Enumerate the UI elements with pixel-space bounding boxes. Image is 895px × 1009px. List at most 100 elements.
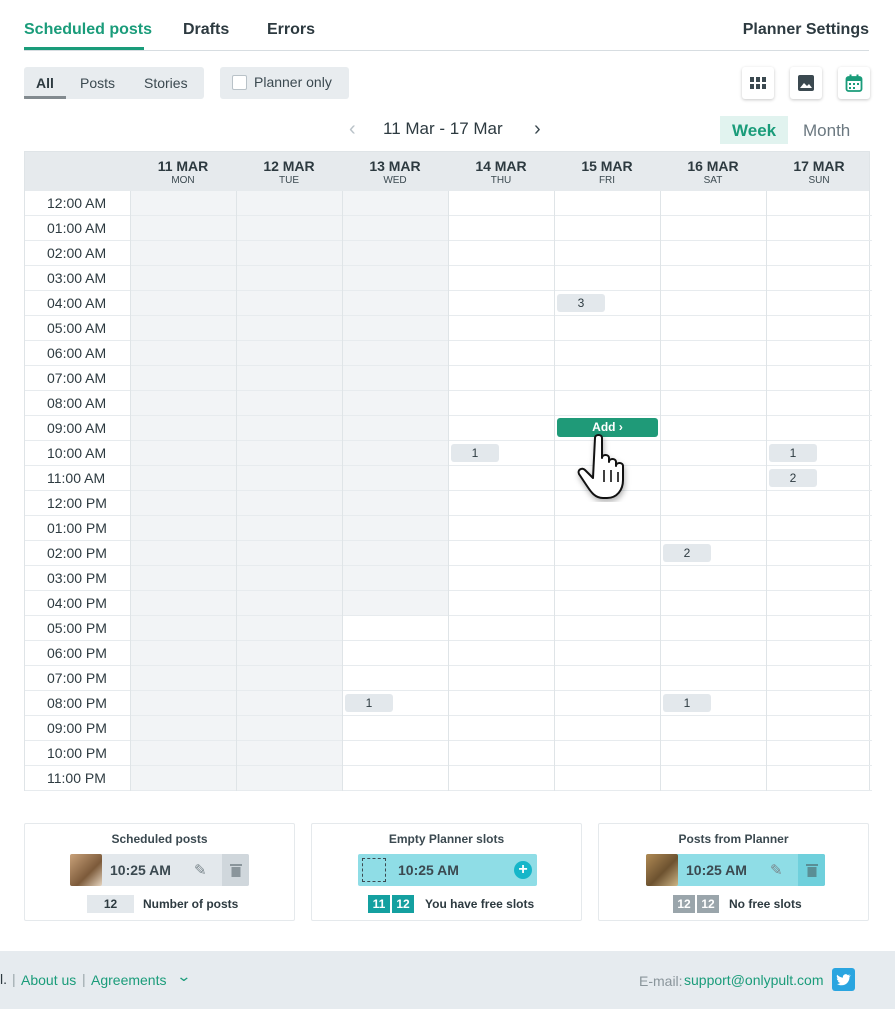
time-slot[interactable]: [661, 491, 766, 516]
time-slot[interactable]: [449, 341, 554, 366]
time-slot[interactable]: [767, 216, 872, 241]
post-count-badge[interactable]: 1: [451, 444, 499, 462]
time-slot[interactable]: [555, 591, 660, 616]
time-slot[interactable]: [767, 266, 872, 291]
time-slot[interactable]: [449, 666, 554, 691]
time-slot[interactable]: [449, 266, 554, 291]
filter-all[interactable]: All: [36, 75, 54, 91]
time-slot[interactable]: [449, 491, 554, 516]
time-slot[interactable]: [555, 616, 660, 641]
time-slot[interactable]: [449, 691, 554, 716]
time-slot[interactable]: [449, 766, 554, 791]
chevron-down-icon[interactable]: ⌄: [176, 968, 191, 985]
post-count-badge[interactable]: 1: [663, 694, 711, 712]
time-slot[interactable]: [767, 691, 872, 716]
support-email-link[interactable]: support@onlypult.com: [684, 972, 824, 988]
time-slot[interactable]: [343, 616, 448, 641]
time-slot[interactable]: [767, 191, 872, 216]
time-slot[interactable]: [555, 566, 660, 591]
time-slot[interactable]: [449, 291, 554, 316]
time-slot[interactable]: [767, 641, 872, 666]
time-slot[interactable]: [661, 416, 766, 441]
time-slot[interactable]: [661, 591, 766, 616]
time-slot[interactable]: [661, 566, 766, 591]
time-slot[interactable]: [661, 366, 766, 391]
time-slot[interactable]: [343, 766, 448, 791]
month-toggle[interactable]: Month: [791, 116, 862, 144]
time-slot[interactable]: [767, 341, 872, 366]
time-slot[interactable]: [661, 741, 766, 766]
post-count-badge[interactable]: 2: [769, 469, 817, 487]
time-slot[interactable]: [555, 541, 660, 566]
post-count-badge[interactable]: 2: [663, 544, 711, 562]
time-slot[interactable]: [449, 566, 554, 591]
grid-view-button[interactable]: [742, 67, 774, 99]
time-slot[interactable]: [449, 616, 554, 641]
time-slot[interactable]: [661, 641, 766, 666]
time-slot[interactable]: [449, 191, 554, 216]
time-slot[interactable]: [767, 316, 872, 341]
week-toggle[interactable]: Week: [720, 116, 789, 144]
time-slot[interactable]: [555, 366, 660, 391]
time-slot[interactable]: [661, 466, 766, 491]
time-slot[interactable]: [661, 266, 766, 291]
time-slot[interactable]: [555, 766, 660, 791]
time-slot[interactable]: [555, 191, 660, 216]
time-slot[interactable]: [449, 241, 554, 266]
time-slot[interactable]: [555, 641, 660, 666]
planner-settings-link[interactable]: Planner Settings: [743, 21, 869, 39]
time-slot[interactable]: [555, 516, 660, 541]
time-slot[interactable]: [555, 691, 660, 716]
time-slot[interactable]: [555, 241, 660, 266]
time-slot[interactable]: [767, 766, 872, 791]
tab-errors[interactable]: Errors: [267, 21, 315, 39]
time-slot[interactable]: [661, 191, 766, 216]
planner-only-toggle[interactable]: Planner only: [220, 67, 349, 99]
time-slot[interactable]: [661, 666, 766, 691]
calendar-view-button[interactable]: [838, 67, 870, 99]
time-slot[interactable]: [343, 741, 448, 766]
time-slot[interactable]: [767, 366, 872, 391]
time-slot[interactable]: [661, 516, 766, 541]
time-slot[interactable]: [767, 566, 872, 591]
time-slot[interactable]: [661, 316, 766, 341]
time-slot[interactable]: [449, 591, 554, 616]
time-slot[interactable]: [555, 316, 660, 341]
time-slot[interactable]: [767, 391, 872, 416]
time-slot[interactable]: [767, 541, 872, 566]
time-slot[interactable]: [449, 316, 554, 341]
time-slot[interactable]: [767, 741, 872, 766]
time-slot[interactable]: [767, 241, 872, 266]
time-slot[interactable]: [767, 666, 872, 691]
time-slot[interactable]: [343, 641, 448, 666]
time-slot[interactable]: [767, 516, 872, 541]
time-slot[interactable]: [343, 666, 448, 691]
planner-only-checkbox[interactable]: [232, 75, 247, 90]
agreements-link[interactable]: Agreements: [91, 972, 166, 988]
time-slot[interactable]: [555, 266, 660, 291]
time-slot[interactable]: [555, 741, 660, 766]
time-slot[interactable]: [661, 341, 766, 366]
time-slot[interactable]: [767, 491, 872, 516]
image-view-button[interactable]: [790, 67, 822, 99]
time-slot[interactable]: [661, 216, 766, 241]
tab-scheduled-posts[interactable]: Scheduled posts: [24, 21, 152, 39]
next-week-icon[interactable]: ›: [534, 118, 541, 141]
filter-posts[interactable]: Posts: [80, 75, 115, 91]
post-count-badge[interactable]: 1: [345, 694, 393, 712]
time-slot[interactable]: [555, 391, 660, 416]
time-slot[interactable]: [661, 391, 766, 416]
time-slot[interactable]: [449, 741, 554, 766]
time-slot[interactable]: [661, 616, 766, 641]
time-slot[interactable]: [767, 291, 872, 316]
time-slot[interactable]: [661, 766, 766, 791]
time-slot[interactable]: [449, 391, 554, 416]
time-slot[interactable]: [661, 291, 766, 316]
time-slot[interactable]: [449, 516, 554, 541]
prev-week-icon[interactable]: ‹: [349, 118, 356, 141]
time-slot[interactable]: [661, 716, 766, 741]
time-slot[interactable]: [555, 716, 660, 741]
time-slot[interactable]: [449, 541, 554, 566]
time-slot[interactable]: [449, 366, 554, 391]
time-slot[interactable]: [767, 716, 872, 741]
